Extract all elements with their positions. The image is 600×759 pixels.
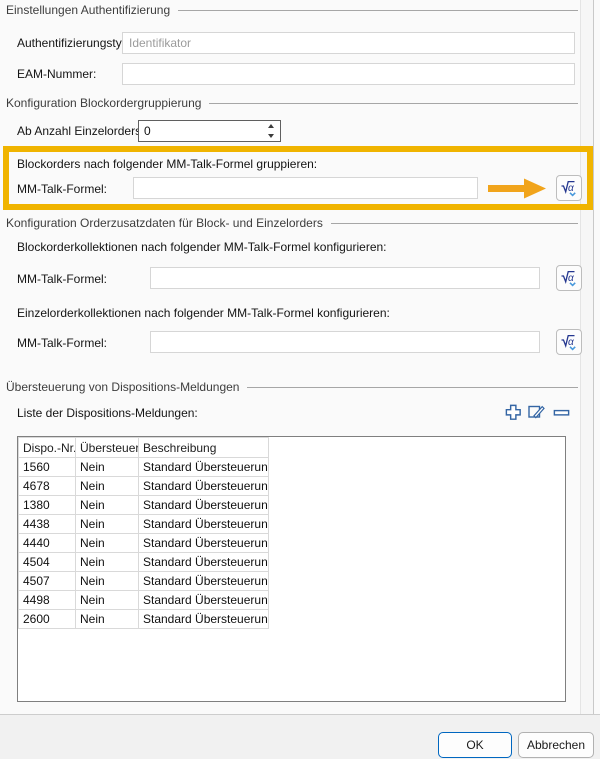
formula-editor-button-3[interactable]: α [556, 329, 582, 355]
section-header-blockordergruppierung: Konfiguration Blockordergruppierung [6, 96, 578, 110]
table-cell: Standard Übersteuerung [139, 610, 269, 629]
section-title: Konfiguration Blockordergruppierung [6, 96, 201, 110]
section-header-authentifizierung: Einstellungen Authentifizierung [6, 3, 578, 17]
svg-text:α: α [568, 183, 574, 194]
remove-entry-button[interactable] [550, 401, 572, 423]
table-cell: Standard Übersteuerung [139, 515, 269, 534]
dispo-table-body: 1560NeinStandard Übersteuerung4678NeinSt… [19, 458, 269, 629]
table-cell: 2600 [19, 610, 76, 629]
formula-sqrt-alpha-icon: α [560, 269, 579, 288]
table-cell: 4498 [19, 591, 76, 610]
mmtalk-formula-input-1[interactable] [133, 177, 478, 199]
table-cell: Standard Übersteuerung [139, 553, 269, 572]
column-header-dispo-nr[interactable]: Dispo.-Nr. [19, 438, 76, 458]
table-cell: 1560 [19, 458, 76, 477]
minus-icon [552, 403, 571, 422]
svg-text:α: α [568, 273, 574, 284]
highlight-arrow-icon [488, 177, 548, 200]
mmtalk-formula-input-3[interactable] [150, 331, 540, 353]
edit-pencil-icon [526, 401, 546, 421]
table-row[interactable]: 2600NeinStandard Übersteuerung [19, 610, 269, 629]
table-cell: Standard Übersteuerung [139, 572, 269, 591]
table-cell: Standard Übersteuerung [139, 458, 269, 477]
table-row[interactable]: 4498NeinStandard Übersteuerung [19, 591, 269, 610]
section-header-dispositions-meldungen: Übersteuerung von Dispositions-Meldungen [6, 380, 578, 394]
section-title: Konfiguration Orderzusatzdaten für Block… [6, 216, 323, 230]
section-rule [331, 223, 578, 224]
table-cell: Nein [76, 458, 139, 477]
table-row[interactable]: 4507NeinStandard Übersteuerung [19, 572, 269, 591]
table-cell: Nein [76, 610, 139, 629]
table-cell: 4438 [19, 515, 76, 534]
section-rule [209, 103, 578, 104]
eam-number-input[interactable] [122, 63, 575, 85]
table-cell: Standard Übersteuerung [139, 477, 269, 496]
section-title: Einstellungen Authentifizierung [6, 3, 170, 17]
edit-entry-button[interactable] [525, 400, 547, 422]
ok-button[interactable]: OK [438, 732, 512, 758]
eam-number-label: EAM-Nummer: [17, 67, 96, 81]
add-entry-button[interactable] [502, 401, 524, 423]
column-header-beschreibung[interactable]: Beschreibung [139, 438, 269, 458]
min-orders-input[interactable] [139, 121, 263, 141]
table-cell: Nein [76, 553, 139, 572]
blockorders-group-caption: Blockorders nach folgender MM-Talk-Forme… [17, 157, 317, 171]
mmtalk-formula-label-3: MM-Talk-Formel: [17, 336, 107, 350]
table-row[interactable]: 4678NeinStandard Übersteuerung [19, 477, 269, 496]
cancel-button[interactable]: Abbrechen [518, 732, 594, 758]
table-cell: Nein [76, 496, 139, 515]
dispo-list-label: Liste der Dispositions-Meldungen: [17, 406, 198, 420]
table-cell: 4504 [19, 553, 76, 572]
min-orders-label: Ab Anzahl Einzelorders: [17, 124, 144, 138]
table-cell: Nein [76, 572, 139, 591]
spin-down-button[interactable] [263, 133, 278, 140]
table-cell: Standard Übersteuerung [139, 591, 269, 610]
table-header-row[interactable]: Dispo.-Nr. Übersteuert Beschreibung [19, 438, 269, 458]
formula-sqrt-alpha-icon: α [560, 179, 579, 198]
column-header-uebersteuert[interactable]: Übersteuert [76, 438, 139, 458]
mmtalk-formula-label-1: MM-Talk-Formel: [17, 182, 107, 196]
table-row[interactable]: 1560NeinStandard Übersteuerung [19, 458, 269, 477]
auth-type-input[interactable] [122, 32, 575, 54]
formula-editor-button-2[interactable]: α [556, 265, 582, 291]
section-title: Übersteuerung von Dispositions-Meldungen [6, 380, 239, 394]
table-cell: Standard Übersteuerung [139, 496, 269, 515]
min-orders-spinner[interactable] [138, 120, 281, 142]
auth-type-label: Authentifizierungstyp: [17, 36, 132, 50]
table-cell: 4678 [19, 477, 76, 496]
table-cell: 4507 [19, 572, 76, 591]
section-rule [247, 387, 578, 388]
formula-sqrt-alpha-icon: α [560, 333, 579, 352]
table-cell: 1380 [19, 496, 76, 515]
table-cell: Nein [76, 515, 139, 534]
table-row[interactable]: 4504NeinStandard Übersteuerung [19, 553, 269, 572]
triangle-down-icon [268, 134, 274, 138]
formula-editor-button-1[interactable]: α [556, 175, 582, 201]
blockorder-collections-caption: Blockorderkollektionen nach folgender MM… [17, 240, 387, 254]
plus-icon [504, 403, 523, 422]
mmtalk-formula-input-2[interactable] [150, 267, 540, 289]
table-row[interactable]: 4440NeinStandard Übersteuerung [19, 534, 269, 553]
table-cell: Nein [76, 534, 139, 553]
dispo-table[interactable]: Dispo.-Nr. Übersteuert Beschreibung 1560… [17, 436, 566, 702]
section-rule [178, 10, 578, 11]
table-row[interactable]: 4438NeinStandard Übersteuerung [19, 515, 269, 534]
table-cell: 4440 [19, 534, 76, 553]
scrollbar-track[interactable] [580, 0, 594, 714]
table-row[interactable]: 1380NeinStandard Übersteuerung [19, 496, 269, 515]
table-cell: Standard Übersteuerung [139, 534, 269, 553]
einzelorder-collections-caption: Einzelorderkollektionen nach folgender M… [17, 306, 390, 320]
triangle-up-icon [268, 124, 274, 128]
mmtalk-formula-label-2: MM-Talk-Formel: [17, 272, 107, 286]
section-header-orderzusatzdaten: Konfiguration Orderzusatzdaten für Block… [6, 216, 578, 230]
svg-text:α: α [568, 337, 574, 348]
table-cell: Nein [76, 477, 139, 496]
spin-up-button[interactable] [263, 123, 278, 130]
table-cell: Nein [76, 591, 139, 610]
